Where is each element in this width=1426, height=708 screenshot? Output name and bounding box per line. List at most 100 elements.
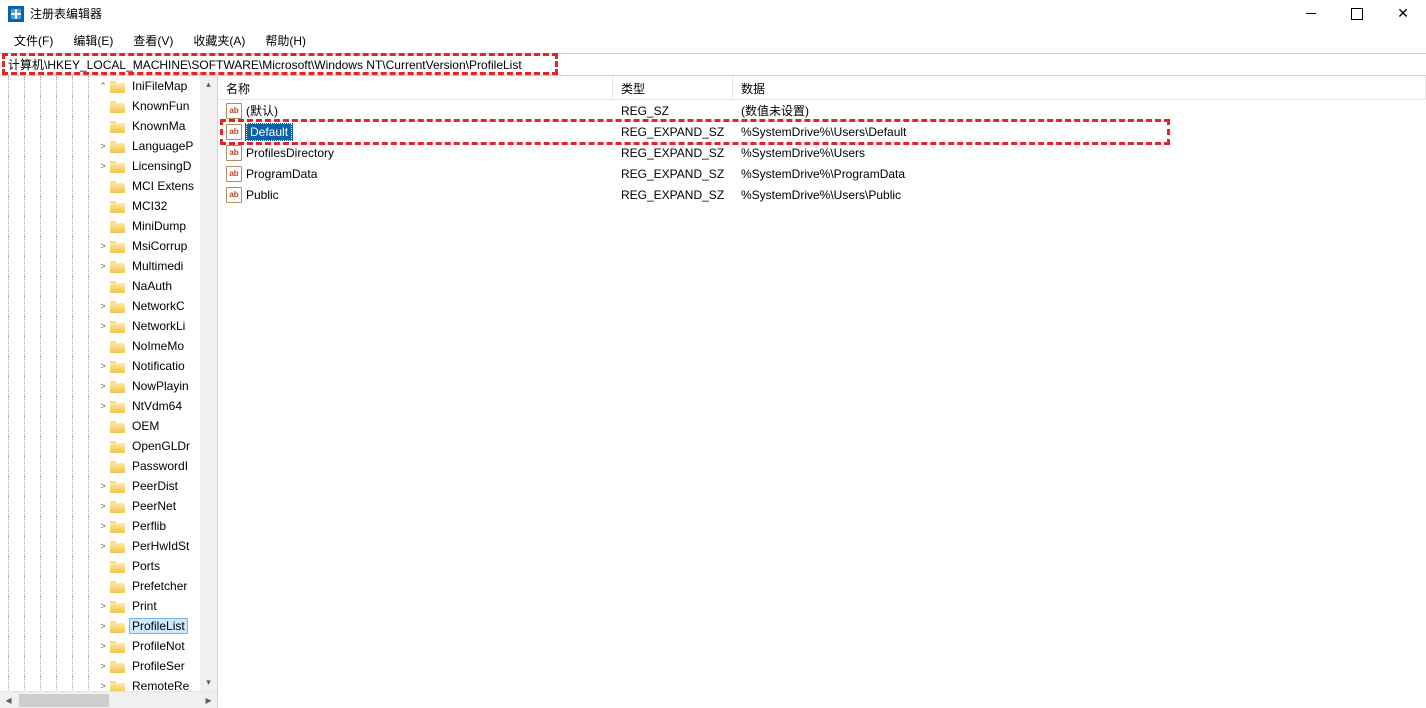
tree-item-peerdist[interactable]: >PeerDist (0, 476, 217, 496)
tree-item-knownfun[interactable]: KnownFun (0, 96, 217, 116)
tree-item-label: KnownMa (129, 118, 188, 134)
value-row[interactable]: abProgramDataREG_EXPAND_SZ%SystemDrive%\… (218, 163, 1426, 184)
tree-hscrollbar[interactable]: ◂ ▸ (0, 691, 217, 708)
tree-item-label: NetworkC (129, 298, 188, 314)
scroll-left-icon[interactable]: ◂ (0, 692, 17, 708)
value-row[interactable]: abProfilesDirectoryREG_EXPAND_SZ%SystemD… (218, 142, 1426, 163)
tree-item-profilenot[interactable]: >ProfileNot (0, 636, 217, 656)
tree-item-naauth[interactable]: NaAuth (0, 276, 217, 296)
tree-item-label: NoImeMo (129, 338, 187, 354)
expander-icon[interactable]: > (96, 321, 110, 331)
tree-item-minidump[interactable]: MiniDump (0, 216, 217, 236)
expander-icon[interactable]: > (96, 481, 110, 491)
tree-item-print[interactable]: > Print (0, 596, 217, 616)
menu-view[interactable]: 查看(V) (125, 28, 181, 53)
col-header-data[interactable]: 数据 (733, 76, 1426, 99)
expander-icon[interactable]: > (96, 161, 110, 171)
tree-item-opengldr[interactable]: OpenGLDr (0, 436, 217, 456)
folder-icon (110, 519, 126, 533)
col-header-type[interactable]: 类型 (613, 76, 733, 99)
value-data: (数值未设置) (733, 102, 1426, 119)
close-button[interactable] (1380, 0, 1426, 28)
titlebar: 注册表编辑器 (0, 0, 1426, 28)
tree-item-label: Notificatio (129, 358, 188, 374)
value-name: Default (246, 123, 292, 141)
expander-icon[interactable]: > (96, 501, 110, 511)
scroll-up-icon[interactable]: ▴ (200, 76, 217, 93)
expander-icon[interactable]: > (96, 301, 110, 311)
expander-icon[interactable]: > (96, 261, 110, 271)
expander-icon[interactable]: > (96, 601, 110, 611)
folder-icon (110, 319, 126, 333)
menu-favorites[interactable]: 收藏夹(A) (185, 28, 253, 53)
tree-item-nowplayin[interactable]: >NowPlayin (0, 376, 217, 396)
maximize-button[interactable] (1334, 0, 1380, 28)
tree-item-prefetcher[interactable]: Prefetcher (0, 576, 217, 596)
tree-item-perhwidst[interactable]: > PerHwIdSt (0, 536, 217, 556)
scroll-right-icon[interactable]: ▸ (200, 692, 217, 708)
tree-item-noimemo[interactable]: NoImeMo (0, 336, 217, 356)
tree-item-label: PerHwIdSt (129, 538, 192, 554)
value-row[interactable]: ab(默认)REG_SZ(数值未设置) (218, 100, 1426, 121)
string-value-icon: ab (226, 187, 242, 203)
minimize-button[interactable] (1288, 0, 1334, 28)
folder-icon (110, 259, 126, 273)
expander-icon[interactable]: > (96, 621, 110, 631)
folder-icon (110, 339, 126, 353)
tree-item-multimedi[interactable]: >Multimedi (0, 256, 217, 276)
folder-icon (110, 479, 126, 493)
tree-item-profileser[interactable]: >ProfileSer (0, 656, 217, 676)
tree-item-peernet[interactable]: >PeerNet (0, 496, 217, 516)
tree-view[interactable]: ⌃IniFileMapKnownFun KnownMa >LanguageP>Lic… (0, 76, 217, 691)
tree-item-ntvdm64[interactable]: >NtVdm64 (0, 396, 217, 416)
menu-edit[interactable]: 编辑(E) (65, 28, 121, 53)
tree-item-networkc[interactable]: > NetworkC (0, 296, 217, 316)
values-list[interactable]: ab(默认)REG_SZ(数值未设置)abDefaultREG_EXPAND_S… (218, 100, 1426, 708)
tree-item-label: Print (129, 598, 160, 614)
tree-item-oem[interactable]: OEM (0, 416, 217, 436)
tree-item-ports[interactable]: Ports (0, 556, 217, 576)
tree-item-networkli[interactable]: >NetworkLi (0, 316, 217, 336)
expander-icon[interactable]: > (96, 541, 110, 551)
expander-icon[interactable]: > (96, 401, 110, 411)
tree-item-languagep[interactable]: >LanguageP (0, 136, 217, 156)
tree-item-knownma[interactable]: KnownMa (0, 116, 217, 136)
expander-icon[interactable]: ⌃ (96, 81, 110, 92)
tree-item-profilelist[interactable]: >ProfileList (0, 616, 217, 636)
expander-icon[interactable]: > (96, 641, 110, 651)
window-title: 注册表编辑器 (30, 5, 102, 22)
tree-vscrollbar[interactable]: ▴ ▾ (200, 76, 217, 691)
tree-item-msicorrup[interactable]: >MsiCorrup (0, 236, 217, 256)
expander-icon[interactable]: > (96, 141, 110, 151)
tree-item-perflib[interactable]: > Perflib (0, 516, 217, 536)
col-header-name[interactable]: 名称 (218, 76, 613, 99)
expander-icon[interactable]: > (96, 361, 110, 371)
tree-item-label: Perflib (129, 518, 169, 534)
value-type: REG_EXPAND_SZ (613, 146, 733, 160)
expander-icon[interactable]: > (96, 521, 110, 531)
tree-item-mci extens[interactable]: MCI Extens (0, 176, 217, 196)
folder-icon (110, 159, 126, 173)
hscroll-thumb[interactable] (19, 694, 109, 707)
tree-item-label: OEM (129, 418, 162, 434)
tree-item-licensingd[interactable]: >LicensingD (0, 156, 217, 176)
expander-icon[interactable]: > (96, 241, 110, 251)
address-bar[interactable]: 计算机\HKEY_LOCAL_MACHINE\SOFTWARE\Microsof… (0, 54, 1426, 76)
tree-item-passwordi[interactable]: PasswordI (0, 456, 217, 476)
expander-icon[interactable]: > (96, 661, 110, 671)
menu-file[interactable]: 文件(F) (6, 28, 61, 53)
expander-icon[interactable]: > (96, 681, 110, 691)
value-row[interactable]: abDefaultREG_EXPAND_SZ%SystemDrive%\User… (218, 121, 1426, 142)
expander-icon[interactable]: > (96, 381, 110, 391)
tree-item-label: MiniDump (129, 218, 189, 234)
tree-item-notificatio[interactable]: > Notificatio (0, 356, 217, 376)
value-name: (默认) (246, 102, 278, 119)
tree-item-mci32[interactable]: MCI32 (0, 196, 217, 216)
tree-item-label: RemoteRe (129, 678, 192, 691)
tree-item-inifilemap[interactable]: ⌃IniFileMap (0, 76, 217, 96)
value-row[interactable]: abPublicREG_EXPAND_SZ%SystemDrive%\Users… (218, 184, 1426, 205)
folder-icon (110, 179, 126, 193)
menu-help[interactable]: 帮助(H) (257, 28, 314, 53)
tree-item-remotere[interactable]: > RemoteRe (0, 676, 217, 691)
scroll-down-icon[interactable]: ▾ (200, 674, 217, 691)
